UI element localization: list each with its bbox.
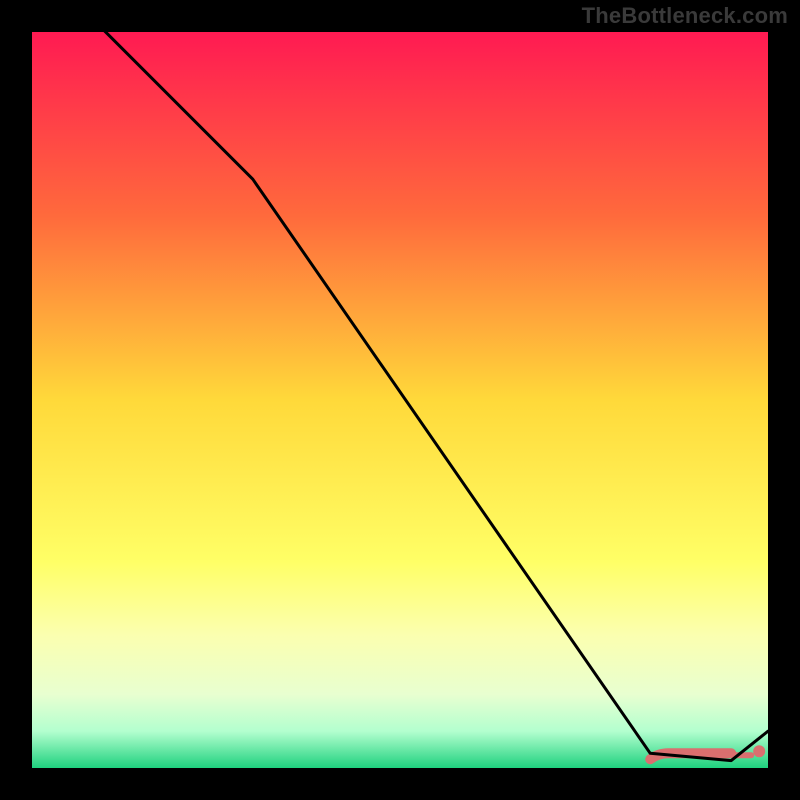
watermark-text: TheBottleneck.com [582, 3, 788, 29]
bottleneck-chart [0, 0, 800, 800]
plot-background [32, 32, 768, 768]
chart-stage: TheBottleneck.com [0, 0, 800, 800]
